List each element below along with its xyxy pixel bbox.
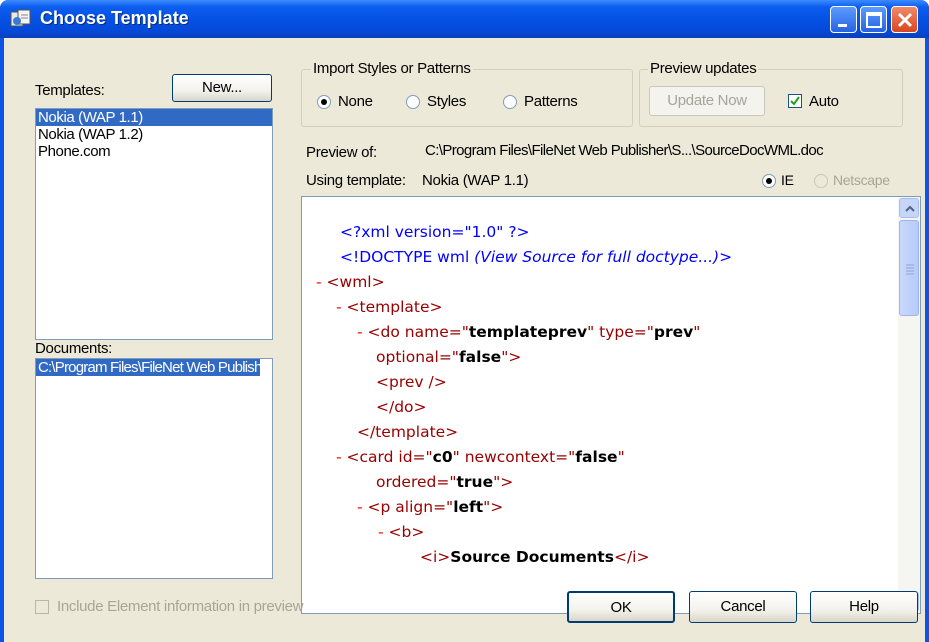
preview-scrollbar[interactable] [898,197,920,613]
new-template-button[interactable]: New... [172,74,272,102]
template-item[interactable]: Nokia (WAP 1.2) [36,126,272,143]
window-title: Choose Template [40,8,189,28]
check-icon [790,96,800,106]
code-line-prev: <prev /> [376,373,447,391]
close-button[interactable] [891,6,918,33]
using-template-value: Nokia (WAP 1.1) [422,172,529,189]
auto-checkbox[interactable] [788,94,802,108]
radio-none-label[interactable]: None [338,93,373,110]
app-icon [10,9,31,27]
preview-of-path: C:\Program Files\FileNet Web Publisher\S… [425,142,824,159]
radio-patterns[interactable] [503,95,517,109]
grip-icon [906,264,914,275]
code-line-doctype: <!DOCTYPE wml (View Source for full doct… [340,248,733,266]
title-bar[interactable]: Choose Template [0,0,929,38]
code-line-do: - <do name="templateprev" type="prev" [357,323,701,341]
templates-list[interactable]: Nokia (WAP 1.1) Nokia (WAP 1.2) Phone.co… [35,108,273,340]
maximize-icon [866,12,882,28]
radio-ie-label[interactable]: IE [781,172,794,188]
code-line-i: <i>Source Documents</i> [420,548,650,566]
scroll-thumb[interactable] [899,220,919,316]
close-icon [897,12,913,28]
code-line-wml: - <wml> [316,273,385,291]
preview-of-label: Preview of: [306,144,377,161]
code-line-b: - <b> [378,523,425,541]
maximize-button[interactable] [860,6,887,33]
documents-label: Documents: [35,340,113,357]
help-button[interactable]: Help [810,591,918,623]
auto-label[interactable]: Auto [809,93,839,110]
code-line-do-close: </do> [376,398,427,416]
radio-netscape-label[interactable]: Netscape [833,172,890,188]
templates-label: Templates: [35,82,105,99]
chevron-up-icon [905,205,915,212]
code-line-template: - <template> [336,298,443,316]
dialog-window: Choose Template Templates: New... Nokia … [0,0,929,642]
code-line-card: - <card id="c0" newcontext="false" [336,448,625,466]
radio-ie[interactable] [762,174,776,188]
documents-list[interactable]: C:\Program Files\FileNet Web Publisher\S… [35,358,273,579]
code-line-p: - <p align="left"> [357,498,504,516]
template-item[interactable]: Nokia (WAP 1.1) [36,109,272,126]
minimize-icon [838,24,847,27]
minimize-button[interactable] [830,6,857,33]
radio-styles[interactable] [406,95,420,109]
code-line-ordered: ordered="true"> [376,473,514,491]
cancel-button[interactable]: Cancel [689,591,797,623]
preview-updates-legend: Preview updates [648,60,759,77]
code-line-xml-decl: <?xml version="1.0" ?> [340,223,530,241]
radio-none[interactable] [317,95,331,109]
radio-netscape[interactable] [814,174,828,188]
preview-pane[interactable]: <?xml version="1.0" ?> <!DOCTYPE wml (Vi… [301,196,921,614]
scroll-up-button[interactable] [899,198,919,218]
dialog-body: Templates: New... Nokia (WAP 1.1) Nokia … [4,38,925,642]
document-item[interactable]: C:\Program Files\FileNet Web Publisher\S… [36,359,260,376]
update-now-button[interactable]: Update Now [649,86,765,116]
include-element-checkbox[interactable] [35,600,49,614]
include-element-label[interactable]: Include Element information in preview [57,598,304,615]
code-line-optional: optional="false"> [376,348,522,366]
code-line-template-close: </template> [357,423,459,441]
using-template-label: Using template: [306,172,406,189]
template-item[interactable]: Phone.com [36,143,272,160]
ok-button[interactable]: OK [567,591,675,623]
radio-styles-label[interactable]: Styles [427,93,466,110]
radio-patterns-label[interactable]: Patterns [524,93,578,110]
import-styles-legend: Import Styles or Patterns [311,60,473,77]
